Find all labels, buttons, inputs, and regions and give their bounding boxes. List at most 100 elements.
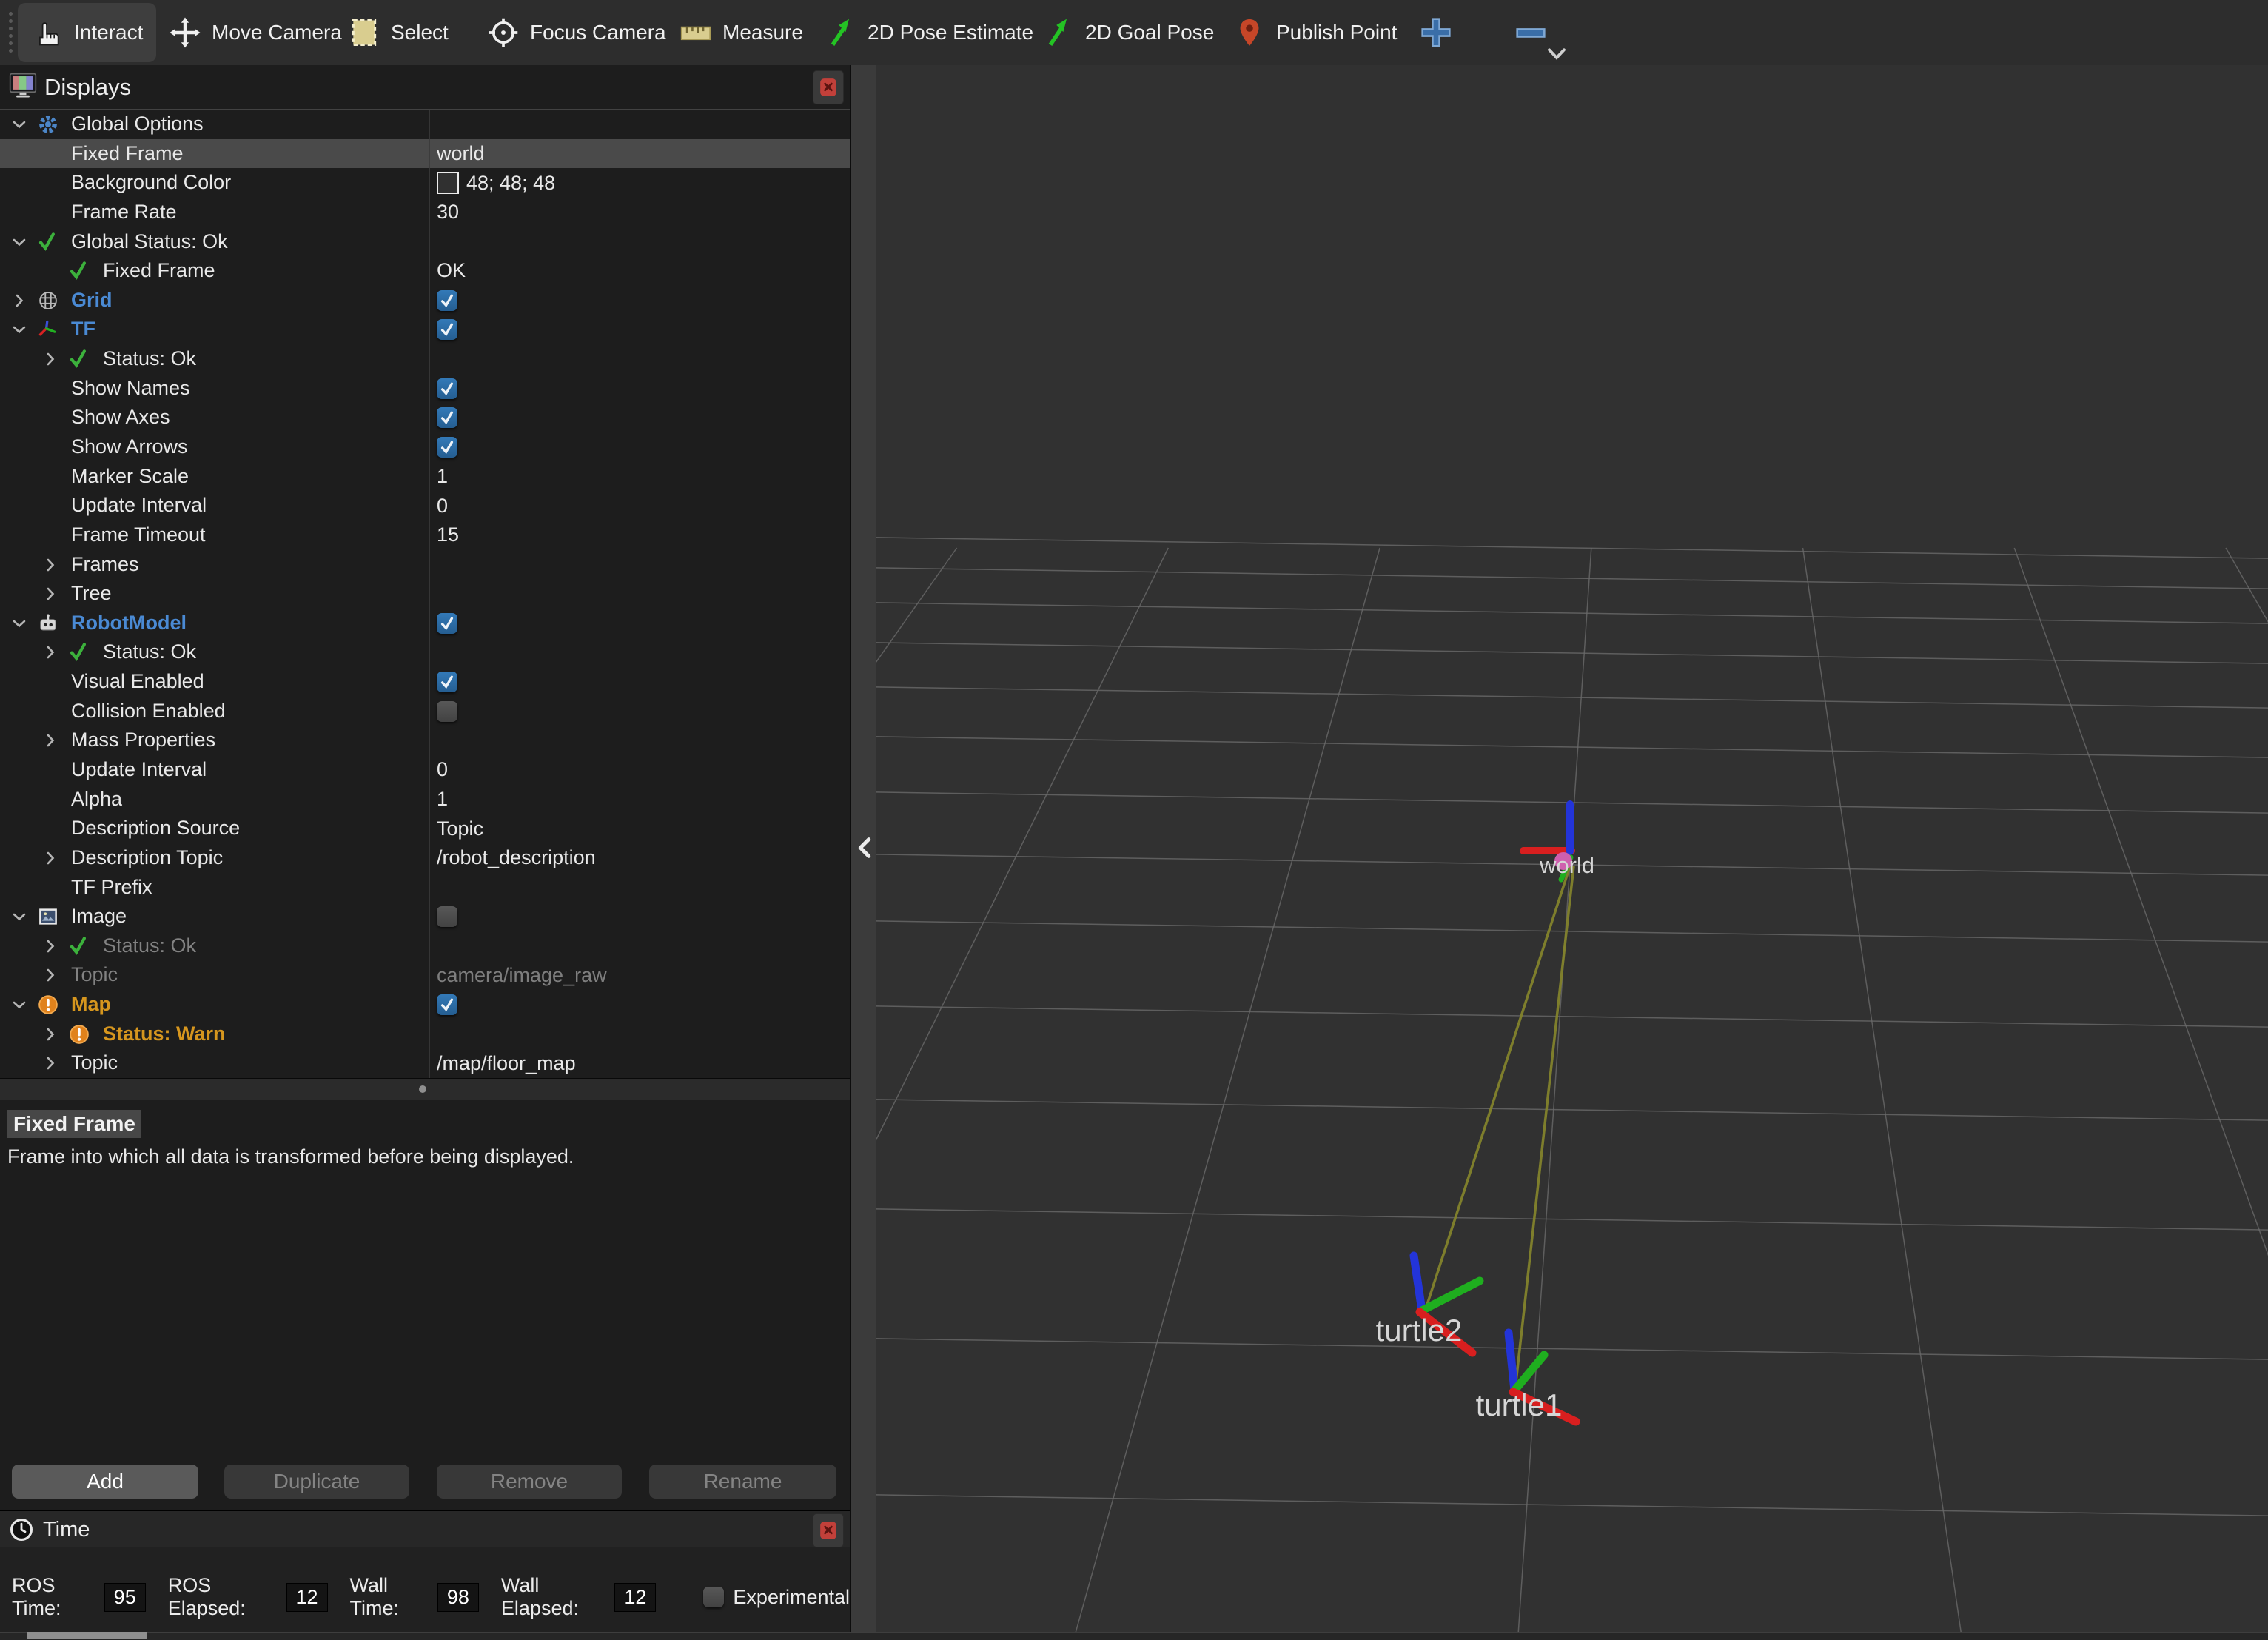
tree-row-robotmodel[interactable]: RobotModel bbox=[0, 609, 850, 638]
value-text[interactable]: 1 bbox=[437, 785, 448, 814]
experimental-checkbox[interactable] bbox=[703, 1587, 725, 1607]
duplicate-button[interactable]: Duplicate bbox=[224, 1465, 409, 1499]
tree-row-background-color[interactable]: Background Color 48; 48; 48 bbox=[0, 168, 850, 198]
chevron-right-icon[interactable] bbox=[41, 585, 59, 603]
chevron-down-icon[interactable] bbox=[10, 321, 28, 338]
tool-measure[interactable]: Measure bbox=[666, 3, 816, 62]
chevron-right-icon[interactable] bbox=[41, 937, 59, 955]
value-text[interactable]: 15 bbox=[437, 521, 459, 550]
value-text[interactable]: /robot_description bbox=[437, 843, 596, 873]
chevron-right-icon[interactable] bbox=[41, 556, 59, 574]
wall-elapsed-value[interactable]: 12 bbox=[614, 1582, 657, 1612]
value-text[interactable]: Topic bbox=[437, 814, 483, 843]
panel-viewport-splitter[interactable] bbox=[850, 65, 879, 1632]
tree-row-fixed-frame[interactable]: Fixed Frame world bbox=[0, 138, 850, 169]
checkbox-unchecked[interactable] bbox=[437, 906, 457, 927]
chevron-down-icon[interactable] bbox=[10, 908, 28, 926]
value-text[interactable]: world bbox=[437, 139, 485, 169]
chevron-right-icon[interactable] bbox=[10, 292, 28, 309]
value-text[interactable]: 30 bbox=[437, 198, 459, 227]
tree-row-show-names[interactable]: Show Names bbox=[0, 374, 850, 404]
chevron-down-icon[interactable] bbox=[10, 233, 28, 251]
remove-tool-button[interactable] bbox=[1514, 16, 1547, 49]
tree-row-description-topic[interactable]: Description Topic/robot_description bbox=[0, 843, 850, 873]
ros-elapsed-value[interactable]: 12 bbox=[286, 1582, 328, 1612]
tool-2d-pose-estimate[interactable]: 2D Pose Estimate bbox=[811, 3, 1047, 62]
tree-row-topic[interactable]: Topic/map/floor_map bbox=[0, 1048, 850, 1078]
checkbox-checked[interactable] bbox=[437, 289, 457, 311]
tree-row-status-ok[interactable]: Status: Ok bbox=[0, 344, 850, 374]
checkbox-unchecked[interactable] bbox=[437, 700, 457, 722]
value-text[interactable]: camera/image_raw bbox=[437, 960, 607, 990]
tool-select[interactable]: Select bbox=[335, 3, 462, 62]
tool-interact[interactable]: Interact bbox=[18, 3, 157, 62]
tree-row-image[interactable]: Image bbox=[0, 902, 850, 931]
tree-row-global-status-ok[interactable]: Global Status: Ok bbox=[0, 227, 850, 257]
toolbar-overflow-button[interactable] bbox=[1544, 41, 1569, 64]
tree-row-fixed-frame[interactable]: Fixed Frame OK bbox=[0, 256, 850, 286]
tree-row-mass-properties[interactable]: Mass Properties bbox=[0, 726, 850, 755]
collapse-panel-icon[interactable] bbox=[855, 835, 874, 860]
tree-row-grid[interactable]: Grid bbox=[0, 286, 850, 315]
add-tool-button[interactable] bbox=[1420, 16, 1452, 49]
3d-viewport[interactable]: world turtle2 turtle1 bbox=[876, 65, 2268, 1632]
add-button[interactable]: Add bbox=[12, 1465, 198, 1499]
tree-row-update-interval[interactable]: Update Interval 0 bbox=[0, 755, 850, 785]
tree-row-global-options[interactable]: Global Options bbox=[0, 110, 850, 139]
chevron-down-icon[interactable] bbox=[10, 996, 28, 1014]
rename-button[interactable]: Rename bbox=[649, 1465, 836, 1499]
value-text[interactable]: 0 bbox=[437, 491, 448, 521]
tree-row-status-ok[interactable]: Status: Ok bbox=[0, 637, 850, 667]
checkbox-checked[interactable] bbox=[437, 436, 457, 458]
checkbox-checked[interactable] bbox=[437, 994, 457, 1015]
checkbox-checked[interactable] bbox=[437, 612, 457, 634]
value-text[interactable]: 1 bbox=[437, 462, 448, 492]
tool-focus-camera[interactable]: Focus Camera bbox=[474, 3, 680, 62]
tree-row-status-warn[interactable]: Status: Warn bbox=[0, 1020, 850, 1049]
tree-row-topic[interactable]: Topic camera/image_raw bbox=[0, 960, 850, 990]
value-text[interactable]: 0 bbox=[437, 755, 448, 785]
value-text[interactable]: /map/floor_map bbox=[437, 1048, 576, 1078]
chevron-right-icon[interactable] bbox=[41, 643, 59, 661]
tree-row-tf[interactable]: TF bbox=[0, 315, 850, 344]
tree-help-splitter[interactable] bbox=[0, 1078, 850, 1100]
tree-row-visual-enabled[interactable]: Visual Enabled bbox=[0, 667, 850, 697]
tree-row-marker-scale[interactable]: Marker Scale 1 bbox=[0, 462, 850, 492]
tool-publish-point[interactable]: Publish Point bbox=[1220, 3, 1410, 62]
tree-row-frame-rate[interactable]: Frame Rate 30 bbox=[0, 198, 850, 227]
tree-row-alpha[interactable]: Alpha 1 bbox=[0, 785, 850, 814]
chevron-down-icon[interactable] bbox=[10, 615, 28, 632]
tree-row-show-axes[interactable]: Show Axes bbox=[0, 403, 850, 432]
window-resize-grip[interactable] bbox=[27, 1632, 147, 1639]
tree-row-description-source[interactable]: Description Source Topic bbox=[0, 814, 850, 843]
displays-close-button[interactable] bbox=[813, 70, 844, 104]
time-close-button[interactable] bbox=[813, 1513, 844, 1547]
checkbox-checked[interactable] bbox=[437, 319, 457, 341]
tree-row-tree[interactable]: Tree bbox=[0, 579, 850, 609]
tree-row-update-interval[interactable]: Update Interval 0 bbox=[0, 491, 850, 521]
value-text[interactable]: OK bbox=[437, 256, 466, 286]
remove-button[interactable]: Remove bbox=[437, 1465, 622, 1499]
checkbox-checked[interactable] bbox=[437, 671, 457, 692]
3d-scene[interactable]: world turtle2 turtle1 bbox=[876, 65, 2268, 1632]
wall-time-value[interactable]: 98 bbox=[437, 1582, 479, 1612]
tree-row-status-ok[interactable]: Status: Ok bbox=[0, 931, 850, 961]
chevron-right-icon[interactable] bbox=[41, 966, 59, 984]
ros-time-value[interactable]: 95 bbox=[104, 1582, 146, 1612]
color-swatch[interactable] bbox=[437, 172, 459, 195]
tree-row-tf-prefix[interactable]: TF Prefix bbox=[0, 873, 850, 903]
chevron-right-icon[interactable] bbox=[41, 1025, 59, 1043]
tree-row-map[interactable]: Map bbox=[0, 990, 850, 1020]
tool-move-camera[interactable]: Move Camera bbox=[155, 3, 355, 62]
chevron-right-icon[interactable] bbox=[41, 849, 59, 867]
chevron-right-icon[interactable] bbox=[41, 350, 59, 368]
tree-row-frame-timeout[interactable]: Frame Timeout 15 bbox=[0, 521, 850, 550]
tree-row-frames[interactable]: Frames bbox=[0, 550, 850, 580]
chevron-right-icon[interactable] bbox=[41, 732, 59, 749]
tree-row-collision-enabled[interactable]: Collision Enabled bbox=[0, 697, 850, 726]
tool-2d-goal-pose[interactable]: 2D Goal Pose bbox=[1029, 3, 1227, 62]
tree-row-show-arrows[interactable]: Show Arrows bbox=[0, 432, 850, 462]
checkbox-checked[interactable] bbox=[437, 407, 457, 429]
chevron-right-icon[interactable] bbox=[41, 1054, 59, 1072]
chevron-down-icon[interactable] bbox=[10, 116, 28, 133]
